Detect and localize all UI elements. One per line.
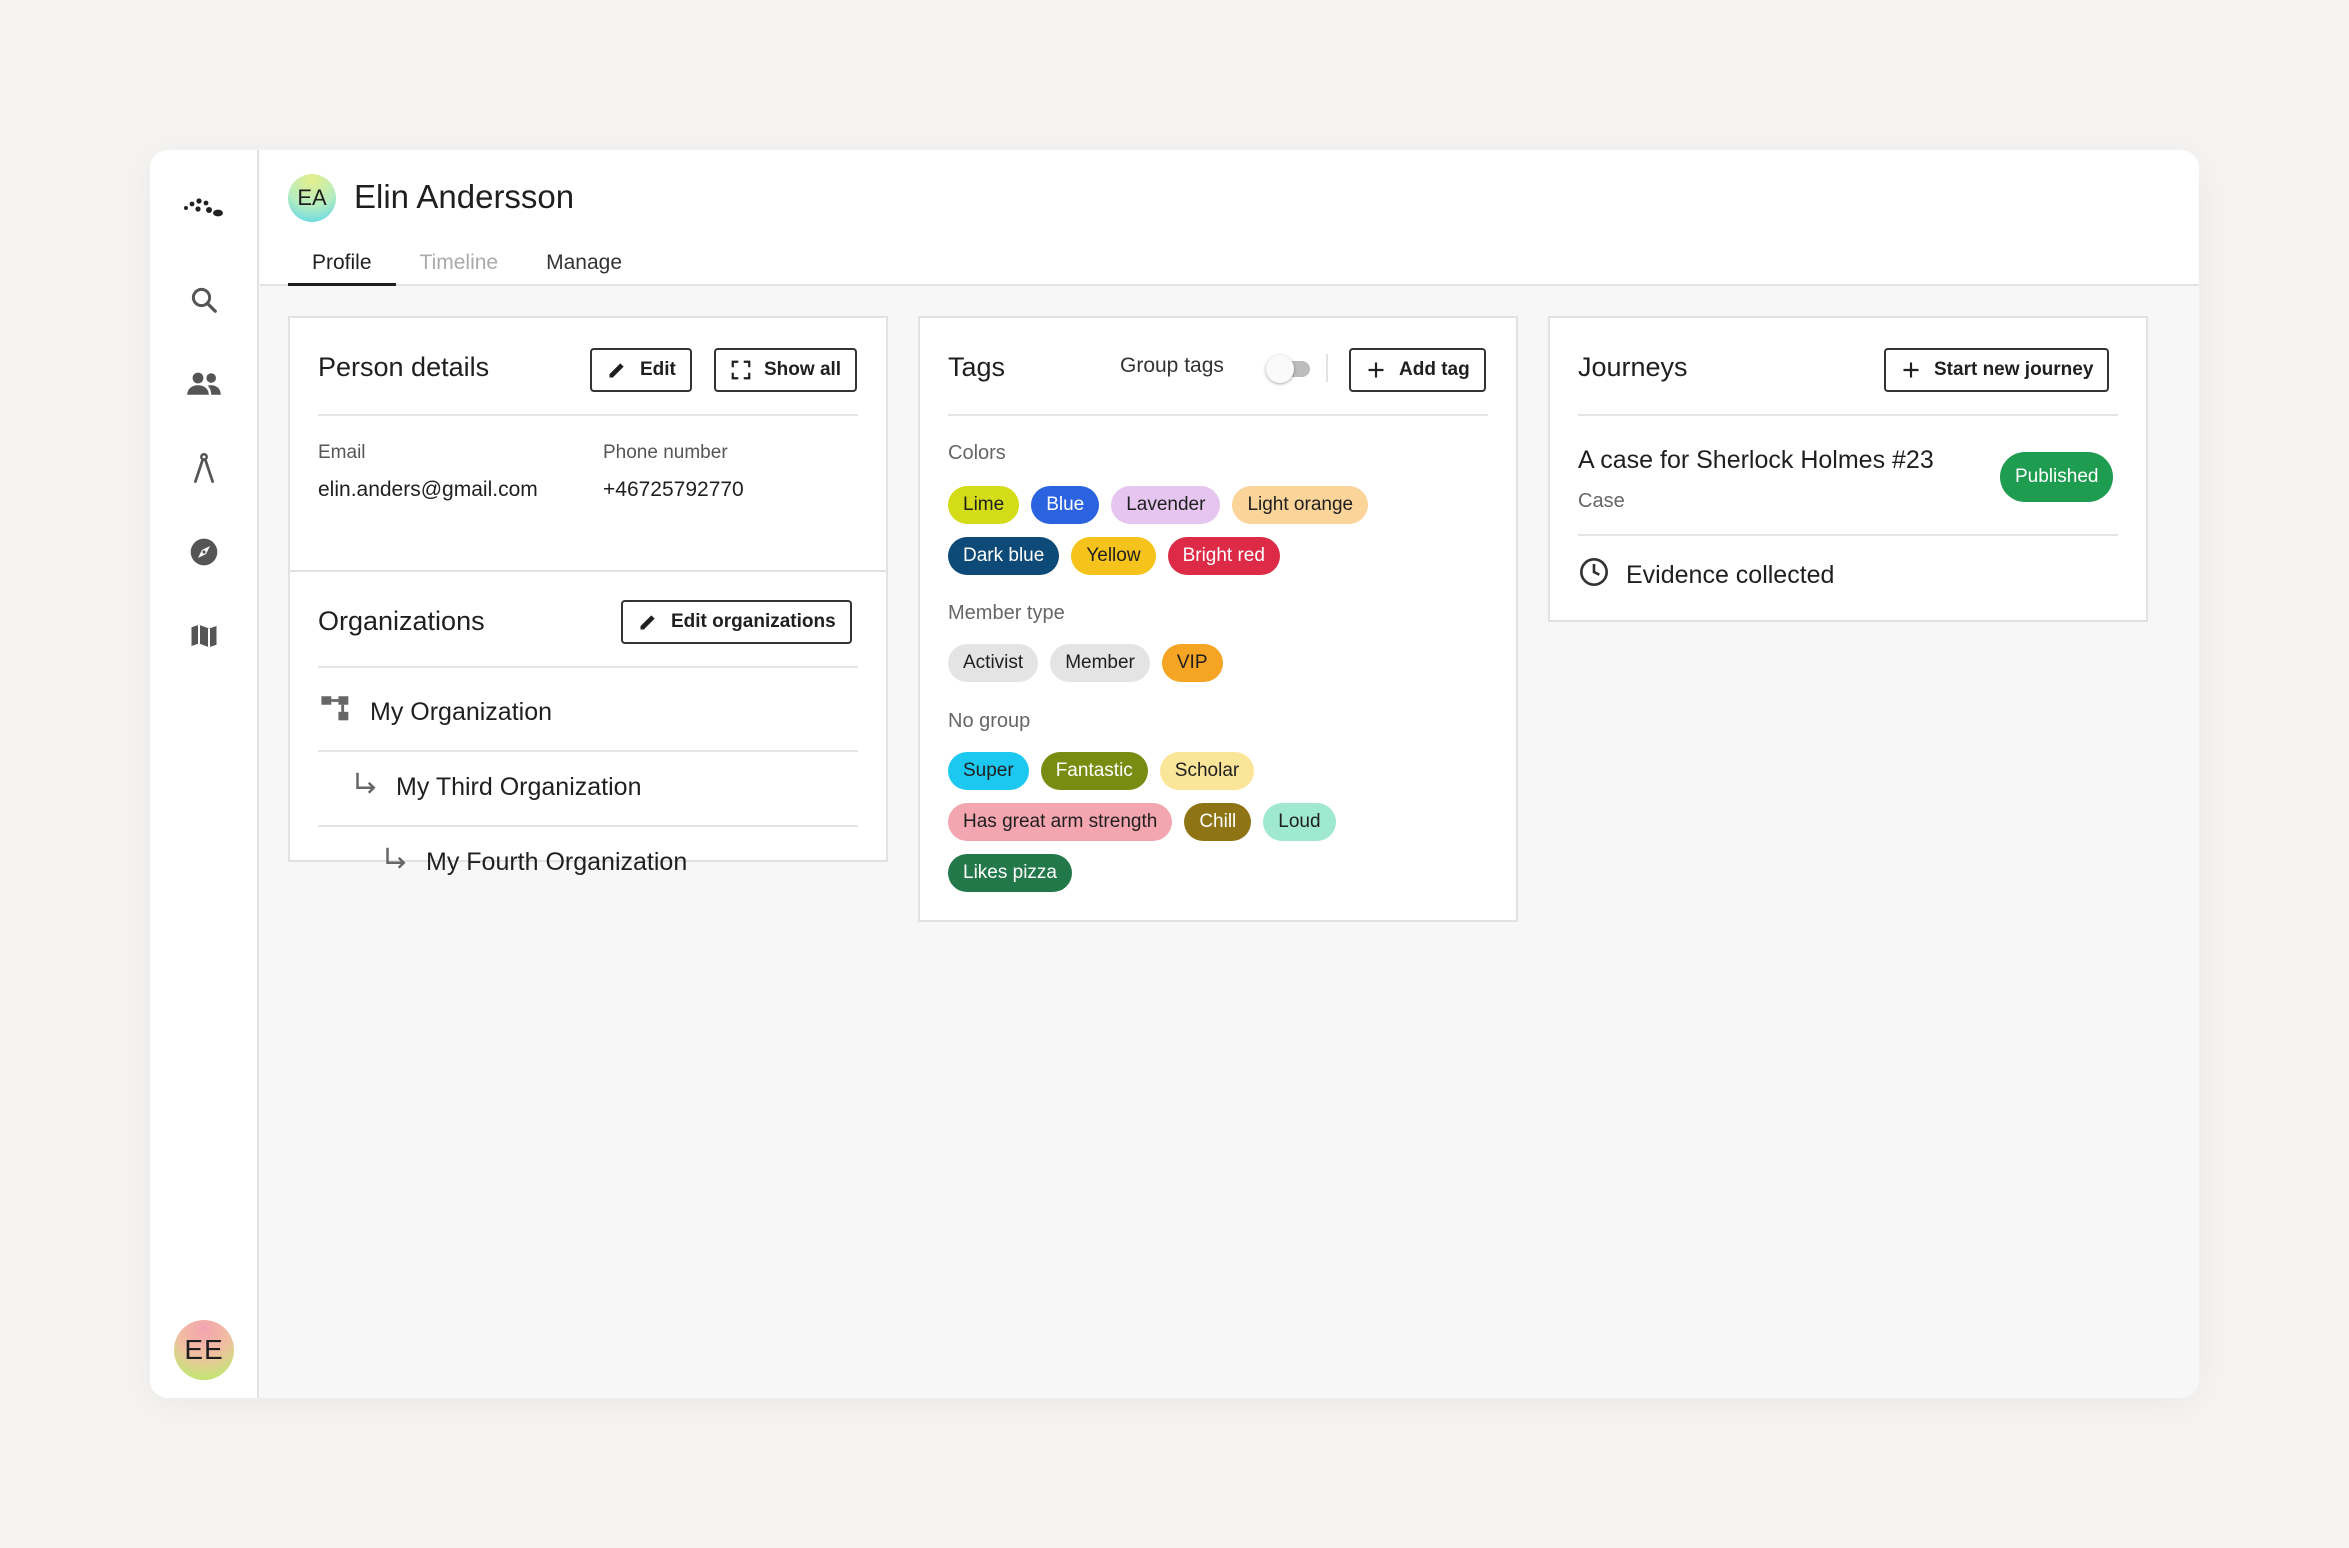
status-badge: Published (2000, 452, 2114, 502)
start-new-journey-label: Start new journey (1934, 359, 2094, 380)
card-divider (1578, 534, 2118, 536)
org-item-label: My Fourth Organization (426, 848, 688, 876)
expand-icon (730, 359, 752, 381)
start-new-journey-button[interactable]: Start new journey (1884, 348, 2110, 392)
org-item-my-third-organization[interactable]: My Third Organization (350, 769, 641, 806)
tag-chip[interactable]: Lime (948, 486, 1020, 524)
sidebar: EE (150, 150, 259, 1398)
tag-chip[interactable]: Has great arm strength (948, 803, 1173, 841)
tag-row: Activist Member VIP (948, 644, 1223, 682)
toolbar-separator (1326, 354, 1328, 382)
tag-group-label: No group (948, 710, 1031, 732)
toggle-knob (1266, 355, 1294, 383)
explore-icon[interactable] (180, 528, 228, 576)
show-all-button[interactable]: Show all (714, 348, 858, 392)
journey-title[interactable]: A case for Sherlock Holmes #23 (1578, 446, 1934, 475)
tag-chip[interactable]: Lavender (1111, 486, 1221, 524)
tab-bar: Profile Timeline Manage (288, 242, 646, 286)
milestone-label: Evidence collected (1626, 561, 1835, 589)
edit-button[interactable]: Edit (590, 348, 692, 392)
tag-chip[interactable]: Dark blue (948, 537, 1060, 575)
person-avatar: EA (288, 174, 336, 222)
tag-row: Super Fantastic Scholar (948, 752, 1255, 790)
card-divider (318, 414, 858, 416)
tags-title: Tags (948, 352, 1006, 382)
phone-value[interactable]: +46725792770 (603, 478, 744, 502)
group-tags-toggle[interactable] (1266, 355, 1310, 383)
tag-chip[interactable]: Blue (1031, 486, 1100, 524)
group-tags-label: Group tags (1120, 354, 1224, 377)
tag-chip[interactable]: Bright red (1167, 537, 1280, 575)
org-tree-icon (320, 694, 354, 731)
tag-row: Dark blue Yellow Bright red (948, 537, 1280, 575)
user-avatar[interactable]: EE (174, 1320, 234, 1380)
journeys-title: Journeys (1578, 352, 1688, 382)
tag-group-label: Colors (948, 442, 1006, 464)
tag-group-label: Member type (948, 602, 1065, 624)
journey-title-text: A case for Sherlock Holmes (1578, 446, 1886, 474)
person-details-title: Person details (318, 352, 490, 382)
org-item-label: My Third Organization (396, 773, 642, 801)
journey-number: #23 (1892, 446, 1934, 474)
org-divider (318, 825, 858, 827)
sub-arrow-icon (350, 769, 380, 806)
page-title: Elin Andersson (354, 178, 575, 215)
tag-chip[interactable]: Member (1050, 644, 1150, 682)
tab-profile[interactable]: Profile (288, 242, 396, 286)
phone-label: Phone number (603, 442, 728, 463)
edit-organizations-label: Edit organizations (671, 611, 836, 632)
org-item-my-organization[interactable]: My Organization (320, 694, 552, 731)
plus-icon (1365, 359, 1387, 381)
show-all-button-label: Show all (764, 359, 842, 380)
card-divider (948, 414, 1488, 416)
email-label: Email (318, 442, 366, 463)
sub-arrow-icon (380, 844, 410, 881)
org-divider (318, 750, 858, 752)
pencil-icon (606, 359, 628, 381)
people-icon[interactable] (180, 360, 228, 408)
tag-chip[interactable]: Scholar (1159, 752, 1255, 790)
edit-organizations-button[interactable]: Edit organizations (621, 600, 852, 644)
tags-card: Tags Group tags Add tag Colors Lime Blue… (918, 316, 1518, 922)
organizations-card: Organizations Edit organizations My Orga… (288, 570, 888, 876)
tag-row: Has great arm strength Chill Loud (948, 803, 1336, 841)
add-tag-button[interactable]: Add tag (1349, 348, 1486, 392)
journey-type: Case (1578, 490, 1625, 512)
tag-row: Lime Blue Lavender Light orange (948, 486, 1369, 524)
person-header: EA Elin Andersson Profile Timeline Manag… (260, 150, 2199, 286)
email-value[interactable]: elin.anders@gmail.com (318, 478, 538, 502)
tag-chip[interactable]: Yellow (1071, 537, 1156, 575)
organizations-title: Organizations (318, 606, 485, 636)
tag-chip[interactable]: Fantastic (1040, 752, 1148, 790)
pencil-icon (637, 611, 659, 633)
add-tag-label: Add tag (1399, 359, 1470, 380)
tag-chip[interactable]: Chill (1184, 803, 1252, 841)
edit-button-label: Edit (640, 359, 676, 380)
card-divider (318, 666, 858, 668)
tag-chip[interactable]: Activist (948, 644, 1039, 682)
clock-icon (1578, 556, 1610, 595)
compass-tool-icon[interactable] (180, 444, 228, 492)
tag-chip[interactable]: Super (948, 752, 1029, 790)
search-icon[interactable] (180, 276, 228, 324)
org-item-label: My Organization (370, 698, 553, 726)
tag-chip[interactable]: VIP (1161, 644, 1223, 682)
tab-timeline[interactable]: Timeline (396, 242, 523, 286)
journeys-card: Journeys Start new journey A case for Sh… (1548, 316, 2148, 622)
tag-chip[interactable]: Loud (1263, 803, 1336, 841)
org-item-my-fourth-organization[interactable]: My Fourth Organization (380, 844, 687, 881)
tag-row: Likes pizza (948, 854, 1072, 892)
logo-icon[interactable] (180, 182, 228, 230)
plus-icon (1900, 359, 1922, 381)
tab-manage[interactable]: Manage (522, 242, 646, 286)
card-divider (1578, 414, 2118, 416)
milestone-row[interactable]: Evidence collected (1578, 556, 1834, 595)
map-icon[interactable] (180, 612, 228, 660)
tag-chip[interactable]: Likes pizza (948, 854, 1072, 892)
app-window: EE EA Elin Andersson Profile Timeline Ma… (150, 150, 2199, 1398)
tag-chip[interactable]: Light orange (1232, 486, 1369, 524)
